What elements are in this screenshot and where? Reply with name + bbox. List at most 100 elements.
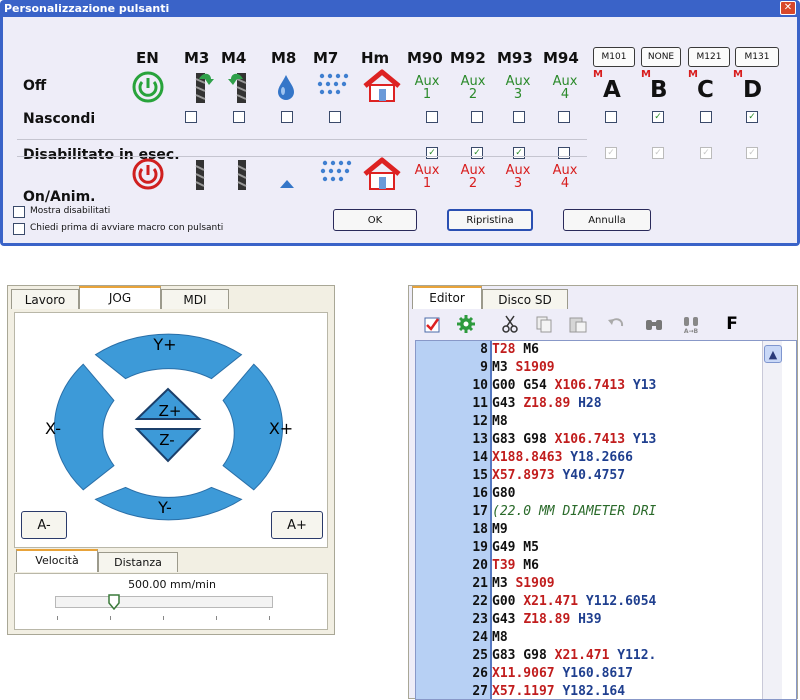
hide-checkbox[interactable] bbox=[700, 111, 712, 123]
code-token: M3 bbox=[492, 576, 508, 591]
dialog-body: EN M3 M4 M8 M7 Hm M90 M92 M93 M94 M101 N… bbox=[3, 17, 797, 243]
code-line: 9 M3 S1909 bbox=[416, 359, 776, 377]
disabled-running-checkbox[interactable]: ✓ bbox=[513, 147, 525, 159]
slider-tick bbox=[57, 616, 58, 620]
disabled-running-checkbox[interactable]: ✓ bbox=[605, 147, 617, 159]
code-line: 17 (22.0 MM DIAMETER DRI bbox=[416, 503, 776, 521]
m131-button[interactable]: M131 bbox=[735, 47, 779, 67]
copy-icon[interactable] bbox=[534, 314, 554, 334]
tab-lavoro[interactable]: Lavoro bbox=[11, 289, 79, 309]
code-token: X106.7413 bbox=[554, 432, 626, 447]
tab-distanza[interactable]: Distanza bbox=[98, 552, 178, 572]
restore-button[interactable]: Ripristina bbox=[447, 209, 533, 231]
paste-icon[interactable] bbox=[568, 314, 588, 334]
m121-button[interactable]: M121 bbox=[688, 47, 730, 67]
code-text: G43 Z18.89 H28 bbox=[490, 396, 602, 411]
undo-icon[interactable] bbox=[606, 314, 626, 334]
code-line: 23 G43 Z18.89 H39 bbox=[416, 611, 776, 629]
macro-a-letter: A bbox=[603, 77, 621, 103]
hide-checkbox[interactable] bbox=[426, 111, 438, 123]
code-line: 15 X57.8973 Y40.4757 bbox=[416, 467, 776, 485]
code-text: G43 Z18.89 H39 bbox=[490, 612, 602, 627]
line-number: 9 bbox=[480, 360, 488, 375]
tab-jog[interactable]: JOG bbox=[79, 286, 161, 309]
code-token: Z18.89 bbox=[523, 612, 571, 627]
code-token: Y40.4757 bbox=[554, 468, 626, 483]
ask-before-macro-checkbox[interactable] bbox=[13, 223, 25, 235]
code-line: 27 X57.1197 Y182.164 bbox=[416, 683, 776, 699]
code-line: 16 G80 bbox=[416, 485, 776, 503]
cancel-button[interactable]: Annulla bbox=[563, 209, 651, 231]
coolant-flow-icon bbox=[280, 180, 294, 188]
line-number: 27 bbox=[472, 684, 488, 699]
hide-checkbox[interactable]: ✓ bbox=[652, 111, 664, 123]
col-header-m94: M94 bbox=[543, 49, 579, 67]
hide-checkbox[interactable] bbox=[471, 111, 483, 123]
hide-checkbox[interactable] bbox=[513, 111, 525, 123]
code-token: M6 bbox=[515, 342, 539, 357]
close-button[interactable]: ✕ bbox=[780, 1, 796, 15]
speed-slider-track[interactable] bbox=[55, 596, 273, 608]
hide-checkbox[interactable] bbox=[233, 111, 245, 123]
line-number: 19 bbox=[472, 540, 488, 555]
code-text: G49 M5 bbox=[490, 540, 539, 555]
hide-checkbox[interactable] bbox=[605, 111, 617, 123]
disabled-running-checkbox[interactable]: ✓ bbox=[471, 147, 483, 159]
power-off-icon bbox=[132, 158, 164, 190]
speed-slider-thumb[interactable] bbox=[108, 594, 120, 610]
font-icon[interactable]: F bbox=[722, 314, 742, 334]
code-line: 14 X188.8463 Y18.2666 bbox=[416, 449, 776, 467]
disabled-running-checkbox[interactable] bbox=[558, 147, 570, 159]
spindle-cw-on-icon bbox=[195, 160, 205, 190]
tab-disco-sd[interactable]: Disco SD bbox=[482, 289, 568, 309]
power-on-icon bbox=[132, 71, 164, 103]
a-minus-button[interactable]: A- bbox=[21, 511, 67, 539]
editor-panel: Editor Disco SD A→B F 8 T28 M6 9 M3 S190… bbox=[408, 285, 798, 700]
scroll-up-button[interactable]: ▲ bbox=[764, 345, 782, 363]
disabled-running-checkbox[interactable]: ✓ bbox=[746, 147, 758, 159]
hide-checkbox[interactable]: ✓ bbox=[746, 111, 758, 123]
disabled-running-checkbox[interactable]: ✓ bbox=[700, 147, 712, 159]
m101-button[interactable]: M101 bbox=[593, 47, 635, 67]
tab-editor[interactable]: Editor bbox=[412, 286, 482, 309]
button-customization-dialog: Personalizzazione pulsanti ✕ EN M3 M4 M8… bbox=[0, 0, 800, 246]
code-text: G80 bbox=[490, 486, 515, 501]
disabled-running-checkbox[interactable]: ✓ bbox=[652, 147, 664, 159]
hide-checkbox[interactable] bbox=[558, 111, 570, 123]
line-number: 20 bbox=[472, 558, 488, 573]
hide-checkbox[interactable] bbox=[281, 111, 293, 123]
show-disabled-label: Mostra disabilitati bbox=[30, 206, 111, 216]
disabled-running-checkbox[interactable]: ✓ bbox=[426, 147, 438, 159]
find-icon[interactable] bbox=[644, 314, 664, 334]
a-plus-button[interactable]: A+ bbox=[271, 511, 323, 539]
row-separator bbox=[17, 156, 587, 157]
show-disabled-checkbox[interactable] bbox=[13, 206, 25, 218]
aux4-on: Aux 4 bbox=[552, 163, 578, 191]
code-line: 25 G83 G98 X21.471 Y112. bbox=[416, 647, 776, 665]
code-text: T28 M6 bbox=[490, 342, 539, 357]
hide-checkbox[interactable] bbox=[185, 111, 197, 123]
settings-gear-icon[interactable] bbox=[456, 314, 476, 334]
col-header-m93: M93 bbox=[497, 49, 533, 67]
code-text: M3 S1909 bbox=[490, 576, 555, 591]
tab-velocita[interactable]: Velocità bbox=[16, 549, 98, 572]
col-header-m7: M7 bbox=[313, 49, 339, 67]
aux2-off: Aux 2 bbox=[460, 74, 486, 102]
check-icon[interactable] bbox=[422, 314, 442, 334]
row-label-hide: Nascondi bbox=[23, 111, 96, 127]
aux3-on: Aux 3 bbox=[505, 163, 531, 191]
cut-icon[interactable] bbox=[500, 314, 520, 334]
aux3-off: Aux 3 bbox=[505, 74, 531, 102]
code-editor[interactable]: 8 T28 M6 9 M3 S1909 10 G00 G54 X106.7413 Y13 1… bbox=[415, 340, 797, 700]
none-button[interactable]: NONE bbox=[641, 47, 681, 67]
macro-c-letter: C bbox=[697, 77, 714, 103]
code-token: G83 G98 bbox=[492, 432, 555, 447]
replace-icon[interactable]: A→B bbox=[682, 314, 702, 334]
x-minus-segment[interactable] bbox=[54, 363, 115, 491]
tab-mdi[interactable]: MDI bbox=[161, 289, 229, 309]
code-token: X106.7413 bbox=[554, 378, 626, 393]
ok-button[interactable]: OK bbox=[333, 209, 417, 231]
speed-panel: 500.00 mm/min bbox=[14, 573, 328, 630]
hide-checkbox[interactable] bbox=[329, 111, 341, 123]
vertical-scrollbar[interactable]: ▲ bbox=[762, 341, 782, 699]
